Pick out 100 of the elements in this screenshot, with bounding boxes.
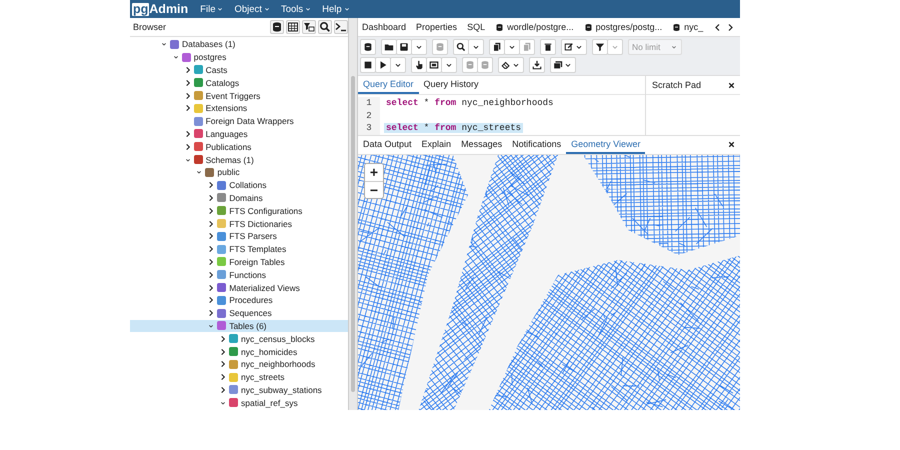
tree-item[interactable]: nyc_census_blocks <box>130 332 348 346</box>
close-icon[interactable] <box>727 80 736 90</box>
tree-item[interactable]: Foreign Tables <box>130 256 348 268</box>
terminal-icon <box>335 21 347 33</box>
tree-item[interactable]: Collations <box>130 178 348 192</box>
window-button[interactable] <box>426 57 442 73</box>
tree-item[interactable]: nyc_subway_stations <box>130 384 348 396</box>
stop-button[interactable] <box>360 57 376 73</box>
tree-item[interactable]: FTS Templates <box>130 242 348 256</box>
pointer-button[interactable] <box>411 57 427 73</box>
tree-item[interactable]: FTS Configurations <box>130 204 348 218</box>
menu-item[interactable]: File <box>200 4 224 14</box>
tab[interactable]: Messages <box>456 136 508 154</box>
tab[interactable]: wordle/postgre... <box>495 22 574 32</box>
folder-icon <box>384 42 394 52</box>
caret-icon <box>262 5 271 13</box>
tree-item[interactable]: Schemas (1) <box>130 153 348 166</box>
tree-item[interactable]: Functions <box>130 268 348 282</box>
database-icon <box>584 22 593 32</box>
line-number: 3 <box>358 122 380 134</box>
filter-icon <box>595 42 605 52</box>
tab[interactable]: Query Editor <box>358 76 419 94</box>
pgadmin-logo: pgAdmin <box>132 2 188 16</box>
square-icon <box>217 206 226 216</box>
tab[interactable]: Data Output <box>358 136 417 154</box>
square-icon <box>217 219 226 228</box>
panel-title: Scratch Pad <box>652 80 702 90</box>
zoom-out-button[interactable]: − <box>365 180 383 198</box>
menu-item[interactable]: Tools <box>280 4 312 14</box>
square-icon <box>217 257 226 266</box>
database-button[interactable] <box>270 20 284 34</box>
grid-button[interactable] <box>286 20 300 34</box>
tab[interactable]: Explain <box>416 136 456 154</box>
tree-item[interactable]: spatial_ref_sys <box>130 396 348 410</box>
tree-item[interactable]: public <box>130 166 348 179</box>
tree-item[interactable]: Sequences <box>130 306 348 320</box>
tab[interactable]: postgres/postg... <box>584 22 662 32</box>
eraser-button[interactable] <box>498 57 524 73</box>
tab[interactable]: Dashboard <box>362 22 406 32</box>
square-icon <box>170 40 179 49</box>
caret-icon <box>304 5 312 13</box>
search-button[interactable] <box>318 20 332 34</box>
tab[interactable]: Notifications <box>507 136 566 154</box>
square-icon <box>217 270 226 280</box>
square-icon <box>205 168 214 177</box>
trash-icon <box>543 42 553 52</box>
tree-item[interactable]: Extensions <box>130 102 348 115</box>
code-editor[interactable]: 1 select* from nyc_neighborhoods 2 3 select* from nyc_streets <box>358 95 645 134</box>
tree-item[interactable]: Casts <box>130 64 348 76</box>
tree-item[interactable]: Procedures <box>130 294 348 307</box>
database-button[interactable] <box>360 39 376 55</box>
tree-item[interactable]: Tables (6) <box>130 320 348 332</box>
tree-item[interactable]: nyc_homicides <box>130 345 348 358</box>
search-button[interactable] <box>453 39 469 55</box>
tree-item[interactable]: Event Triggers <box>130 89 348 102</box>
square-icon <box>217 283 226 292</box>
tab[interactable]: nyc_ <box>672 22 704 32</box>
save-button[interactable] <box>396 39 412 55</box>
download-icon <box>532 60 542 70</box>
square-icon <box>229 385 238 394</box>
chevron-left-icon[interactable] <box>713 22 722 32</box>
panel-title: Browser <box>133 22 168 32</box>
edit-button[interactable] <box>561 39 587 55</box>
close-icon[interactable] <box>727 140 736 149</box>
tree-item[interactable]: FTS Dictionaries <box>130 217 348 230</box>
square-icon <box>217 193 226 202</box>
tab[interactable]: Properties <box>416 22 458 32</box>
filter-table-button[interactable] <box>302 20 316 34</box>
copy-button[interactable] <box>489 39 505 55</box>
tree-item[interactable]: FTS Parsers <box>130 230 348 243</box>
square-icon <box>194 65 203 74</box>
download-button[interactable] <box>529 57 545 73</box>
terminal-button[interactable] <box>334 20 348 34</box>
play-button[interactable] <box>375 57 391 73</box>
archive-button[interactable] <box>550 57 576 73</box>
copy-icon <box>492 42 502 52</box>
tree-item[interactable]: nyc_neighborhoods <box>130 358 348 371</box>
zoom-in-button[interactable]: + <box>365 164 383 180</box>
tab[interactable]: Query History <box>418 76 484 94</box>
chevron-right-icon[interactable] <box>726 22 736 32</box>
menu-item[interactable]: Help <box>322 4 351 14</box>
folder-button[interactable] <box>381 39 397 55</box>
square-icon <box>194 116 203 126</box>
tree-item[interactable]: Publications <box>130 140 348 154</box>
trash-button[interactable] <box>540 39 556 55</box>
square-icon <box>217 321 226 330</box>
tree-item[interactable]: Foreign Data Wrappers <box>130 114 348 128</box>
menu-item[interactable]: Object <box>234 4 271 14</box>
tree-item[interactable]: Domains <box>130 192 348 204</box>
tab[interactable]: SQL <box>467 22 486 32</box>
tree-item[interactable]: postgres <box>130 50 348 64</box>
tree-item[interactable]: Languages <box>130 128 348 140</box>
database-icon <box>480 60 490 70</box>
tree-item[interactable]: Databases (1) <box>130 38 348 51</box>
tree-item[interactable]: Catalogs <box>130 76 348 90</box>
square-icon <box>229 398 238 408</box>
tree-item[interactable]: Materialized Views <box>130 281 348 294</box>
filter-button[interactable] <box>592 39 608 55</box>
tree-item[interactable]: nyc_streets <box>130 370 348 384</box>
square-icon <box>194 104 203 113</box>
